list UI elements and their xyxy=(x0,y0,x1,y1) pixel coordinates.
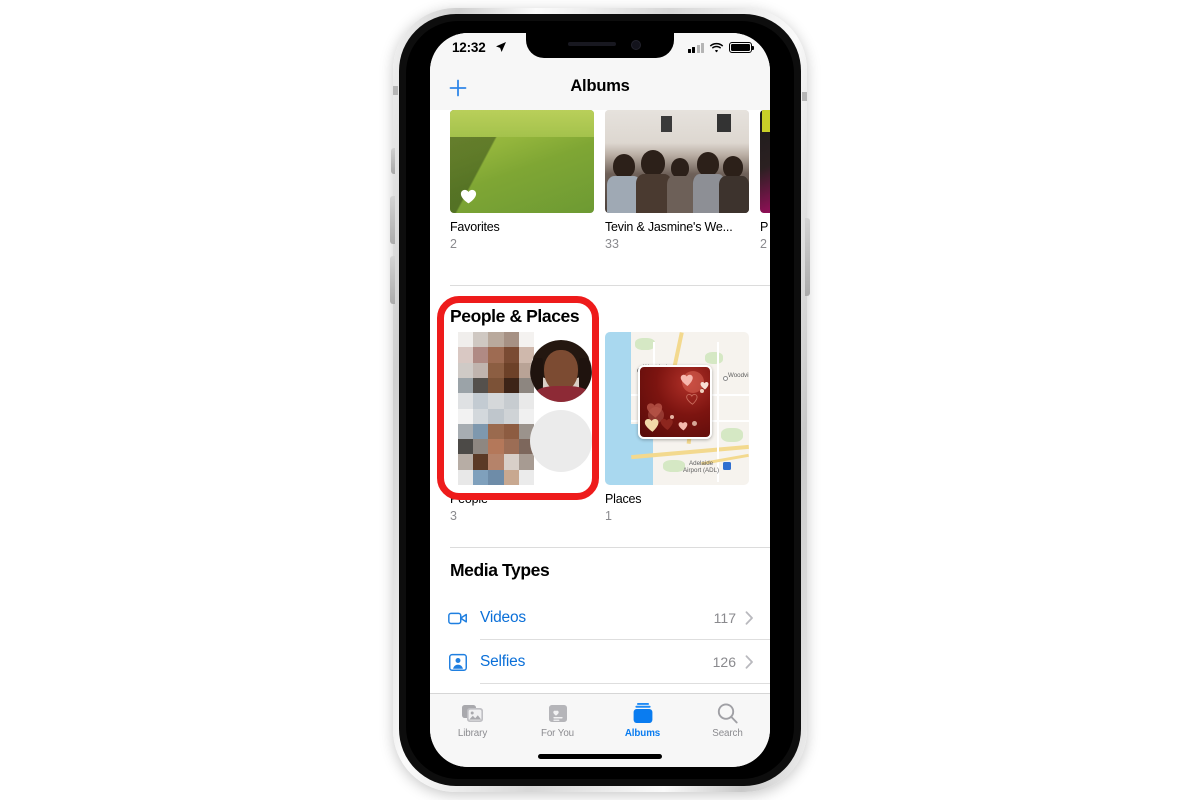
selfie-person-icon xyxy=(449,653,467,671)
battery-full-icon xyxy=(729,42,754,53)
media-row-videos[interactable]: Videos 117 xyxy=(430,596,770,640)
album-thumbnail xyxy=(760,110,770,213)
wifi-icon xyxy=(709,42,724,53)
media-row-selfies[interactable]: Selfies 126 xyxy=(430,640,770,684)
earpiece-speaker xyxy=(568,42,616,46)
people-mosaic xyxy=(458,332,534,485)
people-places-heading: People & Places xyxy=(450,306,580,326)
album-count: 2 xyxy=(760,237,767,251)
antenna-line-right xyxy=(802,92,807,101)
album-title: P xyxy=(760,220,769,234)
album-card-favorites[interactable]: Favorites 2 xyxy=(450,110,594,251)
album-count: 2 xyxy=(450,237,457,251)
media-row-label: Videos xyxy=(480,609,526,626)
tab-label: Albums xyxy=(624,728,661,739)
places-map: West Lakes Woodville Adelaide Airport (A… xyxy=(605,332,749,485)
screenshot-stage: 12:32 Albums Favorites 2 Tevin & Jasmine… xyxy=(0,0,1200,800)
status-time: 12:32 xyxy=(452,40,486,55)
home-indicator[interactable] xyxy=(538,754,662,759)
places-photo-thumbnail xyxy=(638,365,712,439)
people-card-count: 3 xyxy=(450,509,457,523)
heart-icon xyxy=(680,374,693,386)
location-arrow-icon xyxy=(496,42,506,52)
albums-icon xyxy=(630,701,656,725)
mute-switch[interactable] xyxy=(391,148,395,174)
tab-label: For You xyxy=(540,728,575,739)
album-title: Tevin & Jasmine's We... xyxy=(605,220,733,234)
album-carousel[interactable]: Favorites 2 Tevin & Jasmine's We... 33 P… xyxy=(430,110,770,251)
page-title: Albums xyxy=(570,77,630,95)
volume-up-button[interactable] xyxy=(390,196,395,244)
front-camera-icon xyxy=(631,40,641,50)
tab-albums[interactable]: Albums xyxy=(600,701,685,739)
tab-library[interactable]: Library xyxy=(430,701,515,739)
album-thumbnail xyxy=(605,110,749,213)
partial-photo xyxy=(760,110,770,213)
places-card[interactable]: West Lakes Woodville Adelaide Airport (A… xyxy=(605,332,749,523)
person-placeholder-circle xyxy=(530,410,592,472)
people-card[interactable]: People 3 xyxy=(450,332,594,523)
tab-label: Library xyxy=(457,728,488,739)
tab-search[interactable]: Search xyxy=(685,701,770,739)
notch xyxy=(526,33,674,58)
photos-library-icon xyxy=(460,701,486,725)
media-types-heading: Media Types xyxy=(450,560,550,580)
media-row-label: Selfies xyxy=(480,653,526,670)
albums-scroll-content[interactable]: Favorites 2 Tevin & Jasmine's We... 33 P… xyxy=(430,110,770,728)
person-portrait-photo xyxy=(530,340,592,402)
heart-icon xyxy=(644,419,659,432)
tab-for-you[interactable]: For You xyxy=(515,701,600,739)
wedding-photo xyxy=(605,110,749,213)
heart-icon xyxy=(686,393,698,405)
album-thumbnail xyxy=(450,110,594,213)
album-count: 33 xyxy=(605,237,619,251)
navigation-bar: Albums xyxy=(430,66,770,110)
heart-icon xyxy=(660,418,673,430)
places-card-title: Places xyxy=(605,492,642,506)
map-label-adelaide: Adelaide xyxy=(689,460,714,467)
places-thumbnail: West Lakes Woodville Adelaide Airport (A… xyxy=(605,332,749,485)
people-places-row[interactable]: People 3 Woodvi Adelaide Airport (ADL) P… xyxy=(450,332,749,523)
heart-icon xyxy=(460,189,477,204)
tab-label: Search xyxy=(712,728,743,739)
for-you-icon xyxy=(545,701,571,725)
album-card-wedding[interactable]: Tevin & Jasmine's We... 33 xyxy=(605,110,749,251)
tab-bar: Library For You Albums Search xyxy=(430,693,770,767)
chevron-right-icon xyxy=(745,611,753,625)
people-thumbnail xyxy=(450,332,594,485)
places-card-count: 1 xyxy=(605,509,612,523)
section-divider xyxy=(450,285,770,286)
map-label-woodville: Woodville xyxy=(728,372,749,379)
search-icon xyxy=(715,701,741,725)
media-row-count: 126 xyxy=(712,654,736,670)
cellular-signal-icon xyxy=(687,42,704,53)
antenna-line-left xyxy=(393,86,398,95)
section-divider xyxy=(450,547,770,548)
map-airport-badge xyxy=(723,462,731,470)
heart-icon xyxy=(700,382,709,390)
video-camera-icon xyxy=(448,612,467,625)
chevron-right-icon xyxy=(745,655,753,669)
people-card-title: People xyxy=(450,492,488,506)
volume-down-button[interactable] xyxy=(390,256,395,304)
album-title: Favorites xyxy=(450,220,500,234)
heart-icon xyxy=(678,422,688,431)
status-indicators xyxy=(687,42,754,53)
map-label-airport: Airport (ADL) xyxy=(683,467,720,474)
phone-screen: 12:32 Albums Favorites 2 Tevin & Jasmine… xyxy=(430,33,770,767)
album-card-partial[interactable]: P 2 xyxy=(760,110,770,251)
media-row-count: 117 xyxy=(713,610,736,626)
power-button[interactable] xyxy=(805,218,810,296)
